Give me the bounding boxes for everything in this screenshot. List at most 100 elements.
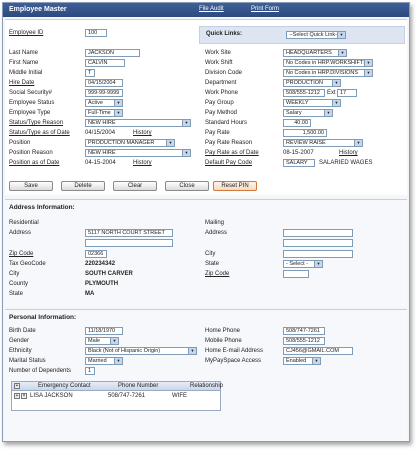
contact-phone: 508/747-7261 [108, 393, 146, 399]
work-phone-label: Work Phone [205, 90, 238, 96]
address-line2-field[interactable] [85, 239, 173, 247]
chevron-down-icon: ▼ [312, 358, 320, 364]
work-phone-field[interactable]: 508/555-1212 [283, 89, 325, 97]
mailing-zip-code-field[interactable] [283, 270, 309, 278]
ssn-label: Social Security# [9, 90, 53, 96]
file-audit-link[interactable]: File Audit [199, 6, 224, 12]
pay-method-label: Pay Method [205, 110, 238, 116]
col-relationship: Relationship [190, 383, 224, 389]
work-shift-select[interactable]: No Codes in HRP.WORKSHIFTS ▼ [283, 59, 373, 67]
table-row[interactable]: + × LISA JACKSON 508/747-7261 WIFE [12, 392, 220, 401]
add-row-icon[interactable]: + [14, 383, 20, 389]
chevron-down-icon: ▼ [114, 100, 122, 106]
dependents-field[interactable]: 1 [85, 367, 95, 375]
address-line1-field[interactable]: 5117 NORTH COURT STREET [85, 229, 173, 237]
state-value: MA [85, 291, 95, 297]
clear-button[interactable]: Clear [113, 181, 157, 191]
ethnicity-select[interactable]: Black (Not of Hispanic Origin) ▼ [85, 347, 197, 355]
hire-date-field[interactable]: 04/15/2004 [85, 79, 123, 87]
title-bar: Employee Master File Audit Print Form [3, 3, 409, 17]
mobile-phone-field[interactable]: 508/555-1212 [283, 337, 325, 345]
position-asof-label[interactable]: Position as of Date [9, 160, 59, 166]
birth-date-field[interactable]: 11/18/1970 [85, 327, 123, 335]
ext-label: Ext [327, 90, 336, 96]
save-button[interactable]: Save [9, 181, 53, 191]
pay-rate-reason-select[interactable]: REVIEW RAISE ▼ [283, 139, 363, 147]
delete-button[interactable]: Delete [61, 181, 105, 191]
status-type-reason-label[interactable]: Status/Type Reason [9, 120, 63, 126]
middle-initial-label: Middle Initial [9, 70, 43, 76]
pay-rate-history-link[interactable]: History [339, 150, 358, 156]
ssn-field[interactable]: 999-99-9999 [85, 89, 123, 97]
work-site-select[interactable]: HEADQUARTERS ▼ [283, 49, 347, 57]
mailing-zip-code-label[interactable]: Zip Code [205, 271, 229, 277]
default-pay-code-field[interactable]: SALARY [283, 159, 315, 167]
close-button[interactable]: Close [165, 181, 209, 191]
last-name-field[interactable]: JACKSON [85, 49, 140, 57]
tax-geocode-value: 220234342 [85, 261, 116, 267]
chevron-down-icon: ▼ [364, 60, 372, 66]
gender-select[interactable]: Male ▼ [85, 337, 119, 345]
quick-links-select[interactable]: --Select Quick Link-- ▼ [286, 31, 346, 39]
status-type-history-link[interactable]: History [133, 130, 152, 136]
contact-name: LISA JACKSON [30, 393, 73, 399]
mailing-state-select[interactable]: - Select - ▼ [283, 260, 323, 268]
contact-relationship: WIFE [172, 393, 187, 399]
standard-hours-field[interactable]: 40.00 [283, 119, 311, 127]
chevron-down-icon: ▼ [182, 120, 190, 126]
quick-links-bar: Quick Links: --Select Quick Link-- ▼ [199, 26, 405, 44]
employee-id-field[interactable]: 100 [85, 29, 107, 37]
chevron-down-icon: ▼ [188, 348, 196, 354]
chevron-down-icon: ▼ [166, 140, 174, 146]
col-phone-number: Phone Number [118, 383, 159, 389]
position-history-link[interactable]: History [133, 160, 152, 166]
mobile-phone-label: Mobile Phone [205, 338, 242, 344]
mailing-address-line1-field[interactable] [283, 229, 353, 237]
employee-id-label[interactable]: Employee ID [9, 30, 43, 36]
chevron-down-icon: ▼ [338, 50, 346, 56]
address-label: Address [9, 230, 32, 236]
birth-date-label: Birth Date [9, 328, 36, 334]
home-email-field[interactable]: CJ456@GMAIL.COM [283, 347, 353, 355]
mailing-address-line2-field[interactable] [283, 239, 353, 247]
zip-code-field[interactable]: 02366 [85, 250, 107, 258]
delete-row-icon[interactable]: × [21, 393, 27, 399]
employee-status-select[interactable]: Active ▼ [85, 99, 123, 107]
pay-rate-field[interactable]: 1,500.00 [283, 129, 327, 137]
print-form-link[interactable]: Print Form [251, 6, 279, 12]
chevron-down-icon: ▼ [114, 110, 122, 116]
col-emergency-contact: Emergency Contact [38, 383, 91, 389]
position-reason-select[interactable]: NEW HIRE ▼ [85, 149, 191, 157]
ext-field[interactable]: 17 [337, 89, 357, 97]
employee-master-window: Employee Master File Audit Print Form Em… [2, 2, 410, 442]
dependents-label: Number of Dependents [9, 368, 72, 374]
default-pay-code-label[interactable]: Default Pay Code [205, 160, 252, 166]
reset-pin-button[interactable]: Reset PIN [213, 181, 257, 191]
status-type-reason-select[interactable]: NEW HIRE ▼ [85, 119, 191, 127]
first-name-field[interactable]: CALVIN [85, 59, 125, 67]
division-code-select[interactable]: No Codes in HRP.DIVISIONS ▼ [283, 69, 373, 77]
pay-rate-asof-label[interactable]: Pay Rate as of Date [205, 150, 259, 156]
chevron-down-icon: ▼ [314, 261, 322, 267]
pay-group-select[interactable]: WEEKLY ▼ [283, 99, 341, 107]
position-asof-value: 04-15-2004 [85, 160, 116, 166]
mailing-city-field[interactable] [283, 250, 353, 258]
hire-date-label[interactable]: Hire Date [9, 80, 34, 86]
pay-method-select[interactable]: Salary ▼ [283, 109, 333, 117]
edit-row-icon[interactable]: + [14, 393, 20, 399]
position-select[interactable]: PRODUCTION MANAGER ▼ [85, 139, 175, 147]
marital-status-select[interactable]: Married ▼ [85, 357, 123, 365]
home-phone-field[interactable]: 508/747-7261 [283, 327, 325, 335]
employee-type-select[interactable]: Full-Time ▼ [85, 109, 123, 117]
mypayspace-select[interactable]: Enabled ▼ [283, 357, 321, 365]
zip-code-label[interactable]: Zip Code [9, 251, 33, 257]
pay-rate-reason-label: Pay Rate Reason [205, 140, 253, 146]
department-select[interactable]: PRODUCTION ▼ [283, 79, 341, 87]
home-phone-label: Home Phone [205, 328, 241, 334]
mypayspace-label: MyPaySpace Access [205, 358, 262, 364]
home-email-label: Home E-mail Address [205, 348, 264, 354]
status-type-asof-label[interactable]: Status/Type as of Date [9, 130, 70, 136]
pay-group-label: Pay Group [205, 100, 234, 106]
employee-type-label: Employee Type [9, 110, 51, 116]
middle-initial-field[interactable]: T [85, 69, 95, 77]
